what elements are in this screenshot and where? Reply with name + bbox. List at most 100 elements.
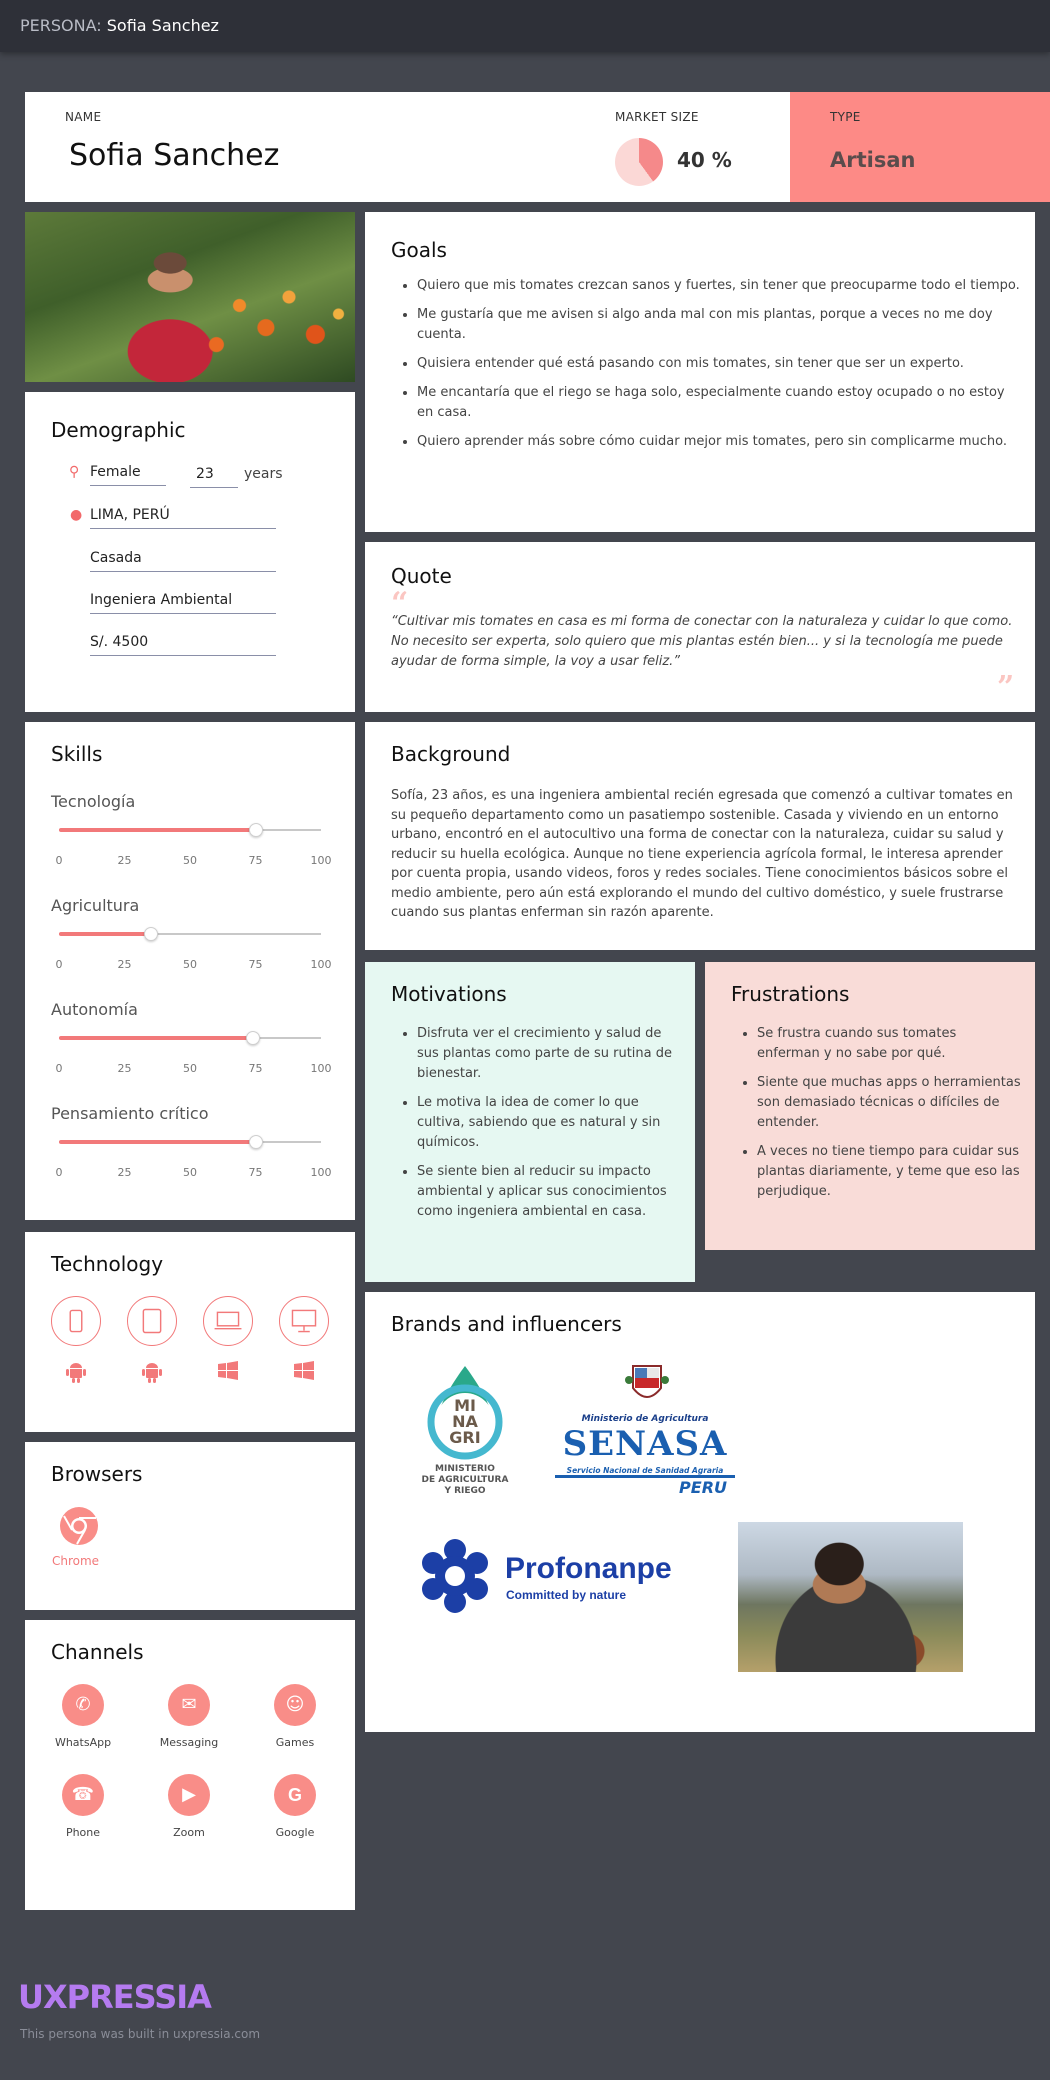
goals-title: Goals [391, 238, 447, 262]
persona-photo [25, 212, 355, 382]
quote-card: Quote “ “Cultivar mis tomates en casa es… [365, 542, 1035, 712]
profonanpe-name: Profonanpe [505, 1552, 672, 1585]
minagri-sub2: DE AGRICULTURA [421, 1475, 509, 1485]
phone-icon: ☎ [62, 1774, 104, 1816]
quote-text: “Cultivar mis tomates en casa es mi form… [391, 614, 1013, 669]
skill-label: Agricultura [51, 896, 140, 915]
senasa-name: SENASA [562, 1424, 728, 1464]
desktop-icon [279, 1296, 329, 1346]
minagri-sub3: Y RIEGO [444, 1486, 486, 1496]
persona-title: PERSONA: Sofia Sanchez [20, 16, 219, 35]
persona-name: Sofia Sanchez [69, 138, 280, 173]
whatsapp-label: WhatsApp [54, 1736, 112, 1749]
senasa-sub: Servicio Nacional de Sanidad Agraria [555, 1466, 735, 1478]
skill-slider[interactable] [59, 927, 321, 941]
age-unit: years [244, 466, 283, 482]
background-card: Background Sofía, 23 años, es una ingeni… [365, 722, 1035, 950]
minagri-l3: GRI [449, 1428, 481, 1447]
minagri-logo: MI NA GRI MINISTERIO DE AGRICULTURA Y RI… [405, 1364, 525, 1504]
google-icon: G [274, 1774, 316, 1816]
header-card: NAME Sofia Sanchez MARKET SIZE 40 % TYPE… [25, 92, 1050, 202]
skill-tick-label: 25 [117, 1166, 132, 1179]
age-field: 23 [190, 466, 238, 488]
demographic-card: Demographic ⚲ Female 23 years ● LIMA, PE… [25, 392, 355, 712]
uxpressia-logo[interactable]: UXPRESSIA [18, 1978, 212, 2016]
profonanpe-tagline: Committed by nature [506, 1588, 627, 1602]
occupation-field: Ingeniera Ambiental [90, 592, 276, 614]
zoom-icon: ▶ [168, 1774, 210, 1816]
skill-tick-label: 25 [117, 1062, 132, 1075]
type-box: TYPE Artisan [790, 92, 1050, 202]
frustrations-card: Frustrations Se frustra cuando sus tomat… [705, 962, 1035, 1250]
skill-slider-handle[interactable] [248, 823, 263, 837]
list-item: A veces no tiene tiempo para cuidar sus … [757, 1142, 1021, 1202]
skill-slider-fill [59, 932, 151, 936]
footer-note: This persona was built in uxpressia.com [20, 2027, 261, 2041]
demographic-title: Demographic [51, 418, 186, 442]
skill-tick-label: 0 [55, 854, 63, 867]
list-item: Me gustaría que me avisen si algo anda m… [417, 305, 1021, 345]
skill-label: Pensamiento crítico [51, 1104, 209, 1123]
skill-tick-label: 75 [248, 1166, 263, 1179]
skills-title: Skills [51, 742, 103, 766]
channels-title: Channels [51, 1640, 144, 1664]
motivations-card: Motivations Disfruta ver el crecimiento … [365, 962, 695, 1282]
skill-tick-label: 25 [117, 854, 132, 867]
skill-slider-fill [59, 828, 256, 832]
list-item: Quiero que mis tomates crezcan sanos y f… [417, 276, 1021, 296]
frustrations-title: Frustrations [731, 982, 850, 1006]
windows-icon [291, 1358, 317, 1384]
name-label: NAME [65, 110, 102, 124]
goals-list: Quiero que mis tomates crezcan sanos y f… [391, 276, 1021, 461]
skill-tick-label: 75 [248, 1062, 263, 1075]
skill-label: Autonomía [51, 1000, 138, 1019]
background-title: Background [391, 742, 511, 766]
browsers-title: Browsers [51, 1462, 143, 1486]
senasa-country: PERU [679, 1478, 727, 1497]
profonanpe-flower-icon [422, 1539, 488, 1613]
skill-label: Tecnología [51, 792, 136, 811]
peru-seal-icon [625, 1360, 669, 1408]
goals-card: Goals Quiero que mis tomates crezcan san… [365, 212, 1035, 532]
skill-tick-label: 50 [183, 1166, 197, 1179]
market-size-pie [615, 138, 663, 186]
market-size-label: MARKET SIZE [615, 110, 699, 124]
skill-slider[interactable] [59, 1135, 321, 1149]
senasa-logo: Ministerio de Agricultura SENASA Servici… [555, 1360, 735, 1505]
brands-card: Brands and influencers MI NA GRI MINISTE… [365, 1292, 1035, 1732]
skill-slider[interactable] [59, 823, 321, 837]
minagri-sub1: MINISTERIO [435, 1464, 495, 1474]
profonanpe-logo: Profonanpe Committed by nature [415, 1536, 715, 1616]
skill-slider-fill [59, 1140, 256, 1144]
phone-icon [51, 1296, 101, 1346]
list-item: Siente que muchas apps o herramientas so… [757, 1073, 1021, 1133]
skill-tick-label: 75 [248, 958, 263, 971]
income-field: S/. 4500 [90, 634, 276, 656]
market-size-value: 40 % [677, 148, 732, 172]
skill-tick-label: 100 [310, 1166, 332, 1179]
skill-slider-handle[interactable] [248, 1135, 263, 1149]
skill-tick-label: 0 [55, 1166, 63, 1179]
android-icon [139, 1358, 165, 1384]
brands-title: Brands and influencers [391, 1312, 622, 1336]
games-label: Games [275, 1736, 315, 1749]
technology-card: Technology [25, 1232, 355, 1432]
skill-tick-label: 0 [55, 1062, 63, 1075]
games-icon: ☺ [274, 1684, 316, 1726]
skill-slider-fill [59, 1036, 253, 1040]
type-label: TYPE [830, 110, 861, 124]
list-item: Se frustra cuando sus tomates enferman y… [757, 1024, 1021, 1064]
skill-slider[interactable] [59, 1031, 321, 1045]
location-field: LIMA, PERÚ [90, 507, 276, 529]
zoom-label: Zoom [173, 1826, 205, 1839]
influencer-photo [738, 1522, 963, 1672]
top-bar: PERSONA: Sofia Sanchez [0, 0, 1050, 52]
skill-tick-label: 100 [310, 854, 332, 867]
skill-slider-handle[interactable] [143, 927, 158, 941]
motivations-title: Motivations [391, 982, 507, 1006]
whatsapp-icon: ✆ [62, 1684, 104, 1726]
skill-tick-label: 100 [310, 958, 332, 971]
skills-card: Skills Tecnología 0 25 50 75 100 Agricultura 0 2… [25, 722, 355, 1220]
skill-tick-label: 50 [183, 1062, 197, 1075]
skill-slider-handle[interactable] [245, 1031, 260, 1045]
